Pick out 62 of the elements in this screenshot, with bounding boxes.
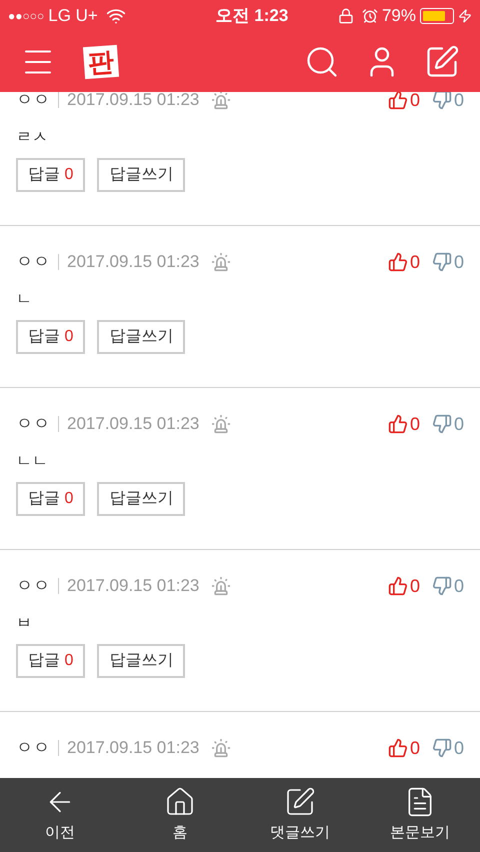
dislike-count: 0 (454, 92, 464, 112)
battery-icon (420, 8, 454, 24)
alarm-icon (362, 8, 378, 24)
nav-button[interactable]: 이전 (0, 778, 120, 852)
clock-time: 오전 1:23 (214, 5, 288, 28)
like-count: 0 (410, 412, 420, 436)
thumbs-down-icon[interactable] (432, 252, 452, 272)
comment-date: 2017.09.15 01:23 (67, 737, 200, 760)
like-count: 0 (410, 574, 420, 598)
comment-text: ㅂ (16, 614, 33, 634)
replies-button[interactable]: 답글 0 (16, 644, 86, 678)
report-icon[interactable] (211, 738, 232, 758)
write-reply-button[interactable]: 답글쓰기 (97, 482, 186, 516)
like-count: 0 (410, 92, 420, 112)
thumbs-up-icon[interactable] (388, 738, 408, 758)
author-name: ㅇㅇ (16, 251, 50, 274)
thumbs-up-icon[interactable] (388, 92, 408, 110)
author-name: ㅇㅇ (16, 413, 50, 436)
author-name: ㅇㅇ (16, 575, 50, 598)
write-reply-button[interactable]: 답글쓰기 (97, 158, 186, 192)
comment-date: 2017.09.15 01:23 (67, 413, 200, 436)
report-icon[interactable] (211, 414, 232, 434)
replies-button[interactable]: 답글 0 (16, 158, 86, 192)
comment-text: ㄴ (16, 290, 33, 310)
nav-button[interactable]: 홈 (120, 778, 240, 852)
home-icon (164, 786, 196, 818)
charging-icon (458, 9, 472, 23)
nav-button[interactable]: 댓글쓰기 (240, 778, 360, 852)
dislike-count: 0 (454, 250, 464, 274)
author-name: ㅇㅇ (16, 92, 50, 112)
dislike-count: 0 (454, 412, 464, 436)
comment-text: ㄹㅅ (16, 128, 49, 148)
report-icon[interactable] (211, 576, 232, 596)
thumbs-up-icon[interactable] (388, 576, 408, 596)
like-count: 0 (410, 736, 420, 760)
comment-date: 2017.09.15 01:23 (67, 92, 200, 112)
nav-button[interactable]: 본문보기 (360, 778, 480, 852)
thumbs-down-icon[interactable] (432, 576, 452, 596)
carrier-name: LG U+ (48, 5, 98, 28)
logo[interactable]: 판 (82, 44, 120, 80)
comment-date: 2017.09.15 01:23 (67, 575, 200, 598)
comment-text: ㄴㄴ (16, 452, 49, 472)
rotation-lock-icon (338, 8, 354, 24)
write-reply-button[interactable]: 답글쓰기 (97, 644, 186, 678)
dislike-count: 0 (454, 736, 464, 760)
author-name: ㅇㅇ (16, 737, 50, 760)
battery-percent: 79% (382, 5, 416, 28)
thumbs-up-icon[interactable] (388, 414, 408, 434)
signal-dots: ●●○○○ (8, 8, 44, 25)
thumbs-down-icon[interactable] (432, 414, 452, 434)
thumbs-down-icon[interactable] (432, 738, 452, 758)
dislike-count: 0 (454, 574, 464, 598)
replies-button[interactable]: 답글 0 (16, 320, 86, 354)
like-count: 0 (410, 250, 420, 274)
replies-button[interactable]: 답글 0 (16, 482, 86, 516)
comment-date: 2017.09.15 01:23 (67, 251, 200, 274)
report-icon[interactable] (211, 92, 232, 110)
comment-pencil-icon (284, 786, 316, 818)
report-icon[interactable] (211, 252, 232, 272)
thumbs-up-icon[interactable] (388, 252, 408, 272)
write-reply-button[interactable]: 답글쓰기 (97, 320, 186, 354)
thumbs-down-icon[interactable] (432, 92, 452, 110)
